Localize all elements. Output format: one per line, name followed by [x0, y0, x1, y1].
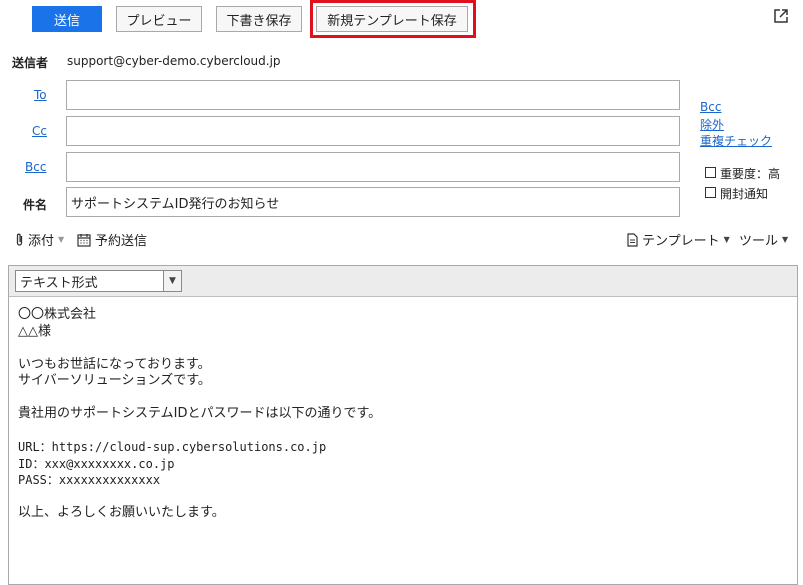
tools-caret-icon: ▼	[782, 235, 789, 244]
template-label: テンプレート	[642, 234, 720, 249]
document-icon	[627, 232, 638, 247]
format-select-value: テキスト形式	[20, 275, 98, 291]
bcc-side-link[interactable]: Bcc	[700, 100, 721, 114]
body-line: 〇〇株式会社	[18, 307, 97, 322]
body-line: 貴社用のサポートシステムIDとパスワードは以下の通りです。	[18, 406, 382, 421]
bcc-input[interactable]	[66, 152, 680, 182]
sender-label: 送信者	[12, 56, 49, 70]
attach-label: 添付	[28, 234, 55, 249]
body-line: ​	[18, 340, 788, 357]
attach-menu[interactable]: 添付 ▼	[15, 230, 64, 249]
calendar-icon	[77, 233, 91, 247]
read-receipt-checkbox[interactable]	[705, 187, 716, 198]
schedule-send-button[interactable]: 予約送信	[77, 230, 147, 249]
save-draft-button[interactable]: 下書き保存	[216, 6, 302, 32]
to-input[interactable]	[66, 80, 680, 110]
body-line: PASS：xxxxxxxxxxxxxx	[18, 473, 161, 487]
highlight-box	[310, 0, 476, 38]
body-line: ID：xxx@xxxxxxxx.co.jp	[18, 456, 175, 471]
body-line: ​	[18, 423, 788, 440]
preview-button[interactable]: プレビュー	[116, 6, 202, 32]
subject-label: 件名	[23, 198, 48, 212]
send-button[interactable]: 送信	[32, 6, 102, 32]
exclude-link[interactable]: 除外	[700, 116, 724, 133]
cc-link[interactable]: Cc	[32, 124, 47, 138]
chevron-down-icon: ▼	[163, 271, 181, 291]
format-select[interactable]: テキスト形式 ▼	[15, 270, 182, 292]
template-menu[interactable]: テンプレート ▼	[627, 230, 730, 249]
message-editor: テキスト形式 ▼ 〇〇株式会社△△様​いつもお世話になっております。サイバーソリ…	[8, 265, 798, 585]
body-line: URL：https://cloud-sup.cybersolutions.co.…	[18, 440, 327, 454]
message-body[interactable]: 〇〇株式会社△△様​いつもお世話になっております。サイバーソリューションズです。…	[9, 297, 797, 532]
body-line: 以上、よろしくお願いいたします。	[18, 505, 225, 520]
tools-menu[interactable]: ツール ▼	[739, 230, 788, 249]
body-line: いつもお世話になっております。	[18, 356, 211, 372]
tools-label: ツール	[739, 234, 779, 249]
attach-caret-icon: ▼	[58, 235, 65, 244]
duplicate-check-link[interactable]: 重複チェック	[700, 132, 772, 149]
editor-toolbar: テキスト形式 ▼	[9, 266, 797, 297]
read-receipt-label: 開封通知	[720, 187, 769, 201]
sender-address: support@cyber-demo.cybercloud.jp	[67, 54, 281, 68]
importance-label: 重要度：高	[720, 167, 781, 181]
popout-icon[interactable]	[773, 8, 789, 24]
body-line: ​	[18, 390, 788, 407]
subject-input[interactable]: サポートシステムID発行のお知らせ	[66, 187, 680, 217]
template-caret-icon: ▼	[723, 235, 730, 244]
to-link[interactable]: To	[34, 88, 47, 102]
body-line: サイバーソリューションズです。	[18, 373, 211, 388]
body-line: ​	[18, 489, 788, 506]
paperclip-icon	[16, 233, 23, 246]
schedule-send-label: 予約送信	[95, 234, 148, 249]
body-line: △△様	[18, 323, 51, 339]
cc-input[interactable]	[66, 116, 680, 146]
bcc-link[interactable]: Bcc	[25, 160, 46, 174]
importance-checkbox[interactable]	[705, 167, 716, 178]
